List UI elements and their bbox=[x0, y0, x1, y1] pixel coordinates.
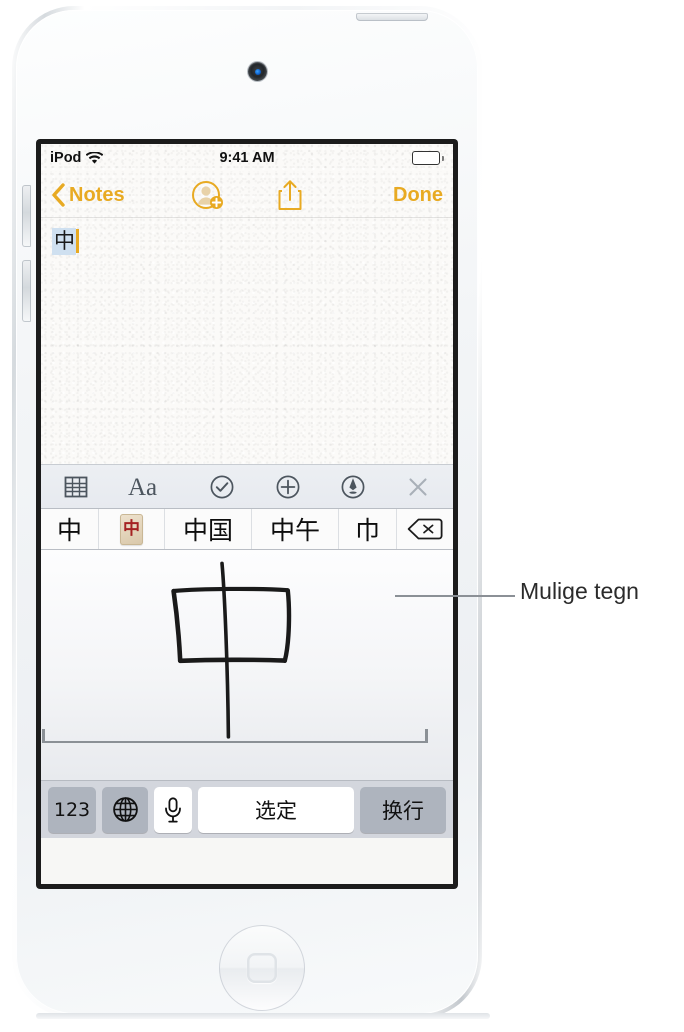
power-button[interactable] bbox=[356, 13, 428, 21]
handwriting-input-pad[interactable] bbox=[41, 550, 453, 780]
globe-icon[interactable] bbox=[102, 786, 148, 833]
candidate-bar: 中 中 中国 中午 巾 bbox=[41, 508, 453, 550]
candidate-item[interactable]: 中午 bbox=[252, 509, 339, 549]
notes-toolbar: Aa bbox=[41, 464, 453, 508]
callout-label: Mulige tegn bbox=[520, 578, 639, 604]
home-button-icon bbox=[247, 953, 277, 983]
select-key[interactable]: 选定 bbox=[198, 786, 354, 833]
candidate-item[interactable]: 中 bbox=[99, 509, 165, 549]
text-caret bbox=[76, 229, 79, 253]
screenshot-canvas: iPod 9:41 AM Notes Done 中 Aa 中 中 中国 中午 巾… bbox=[0, 0, 684, 1032]
home-button[interactable] bbox=[219, 925, 305, 1011]
svg-text:Aa: Aa bbox=[128, 474, 157, 500]
status-bar: iPod 9:41 AM bbox=[41, 144, 453, 172]
screen-bezel: iPod 9:41 AM Notes Done 中 Aa 中 中 中国 中午 巾… bbox=[36, 139, 458, 889]
table-icon[interactable] bbox=[63, 474, 89, 500]
handwritten-character bbox=[171, 561, 292, 739]
callout-leader-line bbox=[395, 595, 515, 597]
mahjong-tile-glyph: 中 bbox=[120, 513, 143, 545]
chevron-left-icon bbox=[51, 183, 66, 207]
bottom-speaker-slot bbox=[36, 1013, 490, 1019]
text-format-icon[interactable]: Aa bbox=[128, 474, 170, 500]
delete-backward-icon[interactable] bbox=[397, 509, 453, 549]
microphone-icon[interactable] bbox=[154, 786, 192, 833]
numeric-keyboard-key[interactable]: 123 bbox=[48, 786, 96, 833]
candidate-item[interactable]: 中 bbox=[41, 509, 99, 549]
candidate-item[interactable]: 中国 bbox=[165, 509, 252, 549]
keyboard-bottom-row: 123 选定 换行 bbox=[41, 780, 453, 838]
add-person-icon[interactable] bbox=[191, 180, 225, 210]
done-button[interactable]: Done bbox=[393, 184, 443, 207]
camera-lens bbox=[254, 68, 261, 75]
marked-input-text: 中 bbox=[52, 227, 76, 255]
attach-icon[interactable] bbox=[275, 474, 301, 500]
share-icon[interactable] bbox=[277, 179, 303, 211]
volume-up-button[interactable] bbox=[22, 185, 31, 247]
volume-down-button[interactable] bbox=[22, 260, 31, 322]
status-bar-time: 9:41 AM bbox=[219, 150, 275, 166]
navigation-bar: Notes Done bbox=[41, 172, 453, 218]
back-to-notes-button[interactable]: Notes bbox=[51, 183, 125, 207]
note-first-line: 中 bbox=[52, 227, 442, 255]
close-icon[interactable] bbox=[405, 474, 431, 500]
device-screen: iPod 9:41 AM Notes Done 中 Aa 中 中 中国 中午 巾… bbox=[41, 144, 453, 884]
note-text-area[interactable]: 中 bbox=[41, 218, 453, 464]
markup-pen-icon[interactable] bbox=[340, 474, 366, 500]
checklist-icon[interactable] bbox=[209, 474, 235, 500]
candidate-item[interactable]: 巾 bbox=[339, 509, 397, 549]
return-key[interactable]: 换行 bbox=[360, 786, 446, 833]
back-button-label: Notes bbox=[69, 183, 125, 206]
front-camera-icon bbox=[248, 62, 267, 81]
